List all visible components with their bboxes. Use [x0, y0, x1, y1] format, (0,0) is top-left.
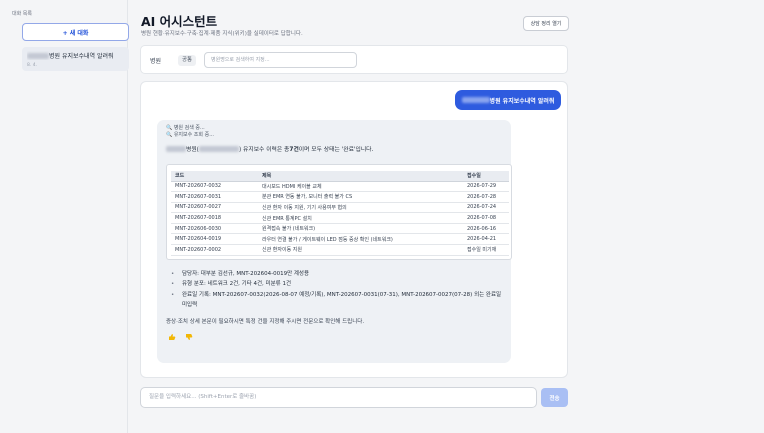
cell-date: 접수일 미기재 [463, 244, 509, 256]
thumbs-down-icon[interactable] [185, 333, 193, 341]
table-row: MNT-202606-0030 원격접속 불가 (네트워크) 2026-06-1… [171, 223, 509, 235]
main-panel: AI 어시스턴트 병원 현황·유지보수·구축·집계·제품 지식(위키)을 실데이… [129, 0, 764, 433]
cell-title: 신관 EMR 통계PC 설치 [258, 212, 463, 224]
maintenance-table-container: 코드 제목 접수일 MNT-202607-0032 대시보드 HDMI 케이블 … [166, 164, 512, 260]
redacted-hospital-code [198, 145, 239, 152]
status-line: 🔍 병원 검색 중... [166, 125, 205, 131]
cell-code: MNT-202607-0027 [171, 202, 258, 214]
detail-list: 담당자: 대부분 김선규, MNT-202604-0019만 계성용 유형 분포… [166, 269, 502, 311]
cell-title: 라우터 연결 불가 / 게이트웨이 LED 점등 증상 확인 (네트워크) [258, 233, 463, 246]
cell-date: 2026-04-21 [463, 233, 509, 246]
hospital-filter-bar: 병원 공통 병원명으로 검색하여 지정... [140, 45, 568, 74]
table-row: MNT-202607-0032 대시보드 HDMI 케이블 교체 2026-07… [171, 181, 509, 193]
conversation-date: 8. 4. [27, 63, 38, 68]
list-item: 담당자: 대부분 김선규, MNT-202604-0019만 계성용 [168, 269, 502, 280]
filter-tag-common[interactable]: 공통 [178, 55, 197, 66]
sidebar: 대화 목록 + 새 대화 병원 유지보수내역 알려줘 8. 4. [0, 0, 129, 433]
table-row: MNT-202604-0019 라우터 연결 불가 / 게이트웨이 LED 점등… [171, 233, 509, 246]
chat-area[interactable]: 병원 유지보수내역 알려줘 🔍 병원 검색 중... 🔍 유지보수 조회 중..… [140, 81, 568, 378]
cell-date: 2026-06-16 [463, 223, 509, 235]
status-line: 🔍 유지보수 조회 중... [166, 132, 214, 138]
column-header-code: 코드 [171, 171, 258, 182]
list-item: 유형 분포: 네트워크 2건, 기타 4건, 미분류 1건 [168, 279, 502, 290]
cell-title: 신관 환자이동 지원 [258, 244, 463, 256]
chat-input[interactable]: 질문을 입력하세요... (Shift+Enter로 줄바꿈) [140, 387, 537, 408]
cell-date: 2026-07-24 [463, 202, 509, 214]
cell-code: MNT-202607-0032 [171, 181, 258, 193]
consult-summary-button[interactable]: 상담 정리 열기 [523, 16, 569, 31]
cell-date: 2026-07-08 [463, 212, 509, 224]
sidebar-title: 대화 목록 [12, 11, 32, 17]
cell-date: 2026-07-29 [463, 181, 509, 193]
redacted-hospital-name [461, 97, 490, 103]
cell-title: 대시보드 HDMI 케이블 교체 [258, 181, 463, 193]
assistant-message: 🔍 병원 검색 중... 🔍 유지보수 조회 중... 병원( ) 유지보수 이… [157, 120, 512, 363]
list-item: 완료일 기록: MNT-202607-0032(2026-08-07 예정/기록… [168, 290, 502, 311]
redacted-hospital-name [166, 145, 186, 152]
cell-code: MNT-202607-0018 [171, 212, 258, 224]
table-row: MNT-202607-0027 신관 환자 이동 지원, 기기 사용여부 협의 … [171, 202, 509, 214]
column-header-title: 제목 [258, 171, 463, 182]
redacted-hospital-name [27, 52, 49, 59]
cell-code: MNT-202607-0002 [171, 244, 258, 256]
summary-text: 병원( ) 유지보수 이력은 총 7건 이며 모두 상태는 '완료'입니다. [166, 144, 502, 153]
user-message-text: 병원 유지보수내역 알려줘 [489, 97, 555, 105]
feedback-buttons [166, 333, 502, 341]
page-subtitle: 병원 현황·유지보수·구축·집계·제품 지식(위키)을 실데이터로 답합니다. [141, 31, 303, 37]
table-header-row: 코드 제목 접수일 [171, 171, 509, 182]
send-button[interactable]: 전송 [541, 388, 568, 407]
page-title: AI 어시스턴트 [141, 14, 218, 29]
table-row: MNT-202607-0002 신관 환자이동 지원 접수일 미기재 [171, 244, 509, 256]
maintenance-table: 코드 제목 접수일 MNT-202607-0032 대시보드 HDMI 케이블 … [171, 171, 509, 256]
table-row: MNT-202607-0031 분관 EMR 연동 불가, 모니터 출력 불가 … [171, 191, 509, 203]
conversation-item[interactable]: 병원 유지보수내역 알려줘 8. 4. [22, 47, 129, 71]
cell-title: 분관 EMR 연동 불가, 모니터 출력 불가 CS [258, 191, 463, 203]
table-row: MNT-202607-0018 신관 EMR 통계PC 설치 2026-07-0… [171, 212, 509, 224]
user-message: 병원 유지보수내역 알려줘 [455, 90, 561, 110]
column-header-date: 접수일 [463, 171, 509, 182]
cell-code: MNT-202607-0031 [171, 191, 258, 203]
hospital-search-input[interactable]: 병원명으로 검색하여 지정... [204, 52, 357, 68]
conversation-title: 병원 유지보수내역 알려줘 [49, 53, 114, 60]
cell-code: MNT-202606-0030 [171, 223, 258, 235]
thumbs-up-icon[interactable] [168, 333, 176, 341]
cell-title: 신관 환자 이동 지원, 기기 사용여부 협의 [258, 202, 463, 214]
cell-date: 2026-07-28 [463, 191, 509, 203]
new-chat-button[interactable]: + 새 대화 [22, 23, 129, 41]
followup-note: 증상·조치 상세 본문이 필요하시면 특정 건을 지정해 주시면 전문으로 확인… [166, 318, 365, 325]
cell-code: MNT-202604-0019 [171, 233, 258, 246]
cell-title: 원격접속 불가 (네트워크) [258, 223, 463, 235]
summary-count: 7건 [289, 147, 299, 153]
filter-label: 병원 [150, 58, 162, 65]
